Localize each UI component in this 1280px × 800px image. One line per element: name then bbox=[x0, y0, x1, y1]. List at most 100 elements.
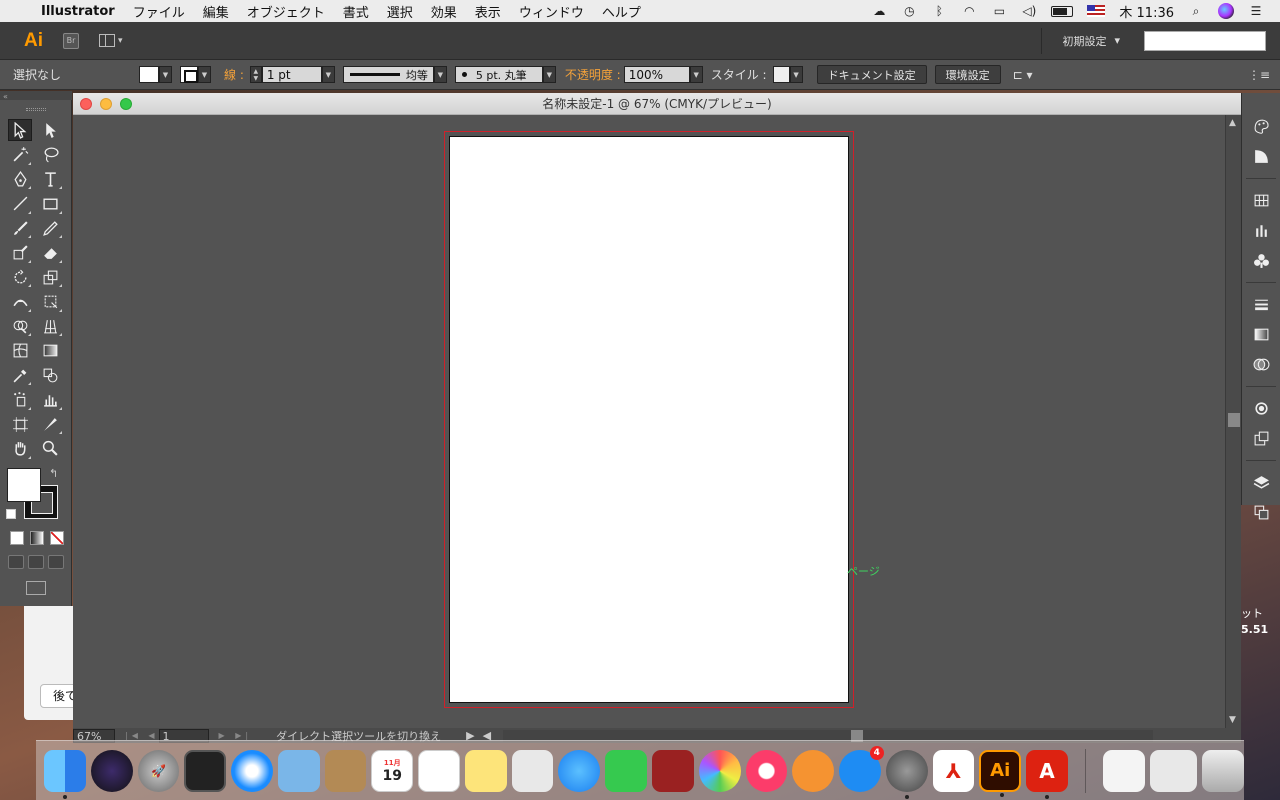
zoom-tool-icon[interactable] bbox=[39, 438, 63, 460]
color-panel-icon[interactable] bbox=[1242, 111, 1280, 141]
fill-swatch[interactable] bbox=[139, 66, 159, 83]
close-window-button[interactable] bbox=[80, 98, 92, 110]
type-tool-icon[interactable] bbox=[39, 168, 63, 190]
stroke-weight-input[interactable]: 1 pt bbox=[261, 66, 322, 83]
perspective-grid-tool-icon[interactable] bbox=[39, 315, 63, 337]
default-fill-stroke-icon[interactable] bbox=[6, 509, 16, 519]
help-search-input[interactable] bbox=[1144, 30, 1266, 51]
time-machine-icon[interactable]: ◷ bbox=[901, 4, 917, 18]
scroll-down-icon[interactable]: ▼ bbox=[1229, 715, 1236, 725]
finder-app-icon[interactable] bbox=[44, 749, 86, 799]
free-transform-tool-icon[interactable] bbox=[39, 291, 63, 313]
airplay-icon[interactable]: ▭ bbox=[991, 4, 1007, 18]
selection-tool-icon[interactable] bbox=[8, 119, 33, 142]
opacity-input[interactable]: 100% bbox=[623, 66, 690, 83]
none-mode-icon[interactable] bbox=[50, 531, 64, 545]
facetime-app-icon[interactable] bbox=[605, 749, 647, 792]
chevron-down-icon[interactable]: ▼ bbox=[433, 66, 447, 83]
menu-select[interactable]: 選択 bbox=[378, 2, 422, 21]
menu-type[interactable]: 書式 bbox=[334, 2, 378, 21]
clock[interactable]: 木 11:36 bbox=[1119, 2, 1174, 21]
system-preferences-app-icon[interactable] bbox=[885, 749, 928, 799]
app-store-app-icon[interactable]: 4 bbox=[839, 745, 884, 792]
graphic-style-swatch[interactable] bbox=[772, 66, 790, 83]
lasso-tool-icon[interactable] bbox=[39, 144, 63, 166]
pencil-tool-icon[interactable] bbox=[39, 217, 63, 239]
fill-color-box[interactable] bbox=[7, 468, 41, 502]
app-menu[interactable]: Illustrator bbox=[32, 4, 124, 19]
line-segment-tool-icon[interactable] bbox=[8, 193, 32, 215]
width-tool-icon[interactable] bbox=[8, 291, 32, 313]
minimize-window-button[interactable] bbox=[100, 98, 112, 110]
stroke-swatch[interactable] bbox=[180, 66, 198, 83]
chevron-down-icon[interactable]: ▼ bbox=[321, 66, 335, 83]
mail-app-icon[interactable] bbox=[277, 749, 320, 792]
preview-app-icon[interactable] bbox=[511, 749, 554, 792]
chevron-down-icon[interactable]: ▼ bbox=[198, 66, 211, 83]
swatches-panel-icon[interactable] bbox=[1242, 185, 1280, 215]
slice-tool-icon[interactable] bbox=[39, 413, 63, 435]
vertical-scrollbar[interactable]: ▲ ▼ bbox=[1225, 115, 1241, 728]
bridge-button[interactable]: Br bbox=[63, 32, 79, 49]
spotlight-search-icon[interactable]: ⌕ bbox=[1188, 4, 1204, 18]
stroke-color-dropdown[interactable]: ▼ bbox=[180, 66, 211, 83]
swap-fill-stroke-icon[interactable]: ↰ bbox=[49, 467, 58, 480]
document-setup-button[interactable]: ドキュメント設定 bbox=[816, 65, 927, 84]
battery-icon[interactable] bbox=[1051, 5, 1074, 17]
shape-builder-tool-icon[interactable] bbox=[8, 315, 32, 337]
workspace-switcher[interactable]: 初期設定 bbox=[1062, 33, 1106, 49]
trash-icon[interactable] bbox=[1202, 749, 1245, 792]
draw-behind-icon[interactable] bbox=[28, 555, 44, 569]
scroll-up-icon[interactable]: ▲ bbox=[1229, 118, 1236, 128]
artboard-nav-next-last-icon[interactable]: ▶ ▶| bbox=[219, 731, 253, 740]
appearance-panel-icon[interactable] bbox=[1242, 393, 1280, 423]
chevron-down-icon[interactable]: ▼ bbox=[789, 66, 803, 83]
stroke-label[interactable]: 線 : bbox=[224, 66, 244, 83]
pen-tool-icon[interactable] bbox=[8, 168, 32, 190]
siri-app-icon[interactable] bbox=[90, 749, 133, 792]
rotate-tool-icon[interactable] bbox=[8, 266, 32, 288]
hand-tool-icon[interactable] bbox=[8, 438, 32, 460]
chevron-down-icon[interactable]: ▼ bbox=[159, 66, 172, 83]
screenshot-stack-icon[interactable] bbox=[1149, 749, 1198, 792]
stroke-weight-field[interactable]: ▲ ▼ 1 pt ▼ bbox=[249, 66, 335, 83]
notification-center-icon[interactable]: ☰ bbox=[1248, 4, 1264, 18]
chevron-down-icon[interactable]: ▾ bbox=[1114, 34, 1120, 47]
preferences-button[interactable]: 環境設定 bbox=[934, 65, 1001, 84]
itunes-app-icon[interactable] bbox=[745, 749, 788, 792]
direct-selection-tool-icon[interactable] bbox=[39, 119, 63, 141]
menu-file[interactable]: ファイル bbox=[124, 2, 194, 21]
layers-panel-icon[interactable] bbox=[1242, 467, 1280, 497]
panel-menu-icon[interactable]: ⋮≡ bbox=[1248, 68, 1270, 82]
menu-effect[interactable]: 効果 bbox=[422, 2, 466, 21]
zoom-window-button[interactable] bbox=[120, 98, 132, 110]
menu-help[interactable]: ヘルプ bbox=[593, 2, 650, 21]
stroke-weight-stepper[interactable]: ▲ ▼ bbox=[249, 66, 262, 83]
photo-booth-app-icon[interactable] bbox=[184, 749, 227, 792]
paintbrush-tool-icon[interactable] bbox=[8, 217, 32, 239]
downloads-stack-icon[interactable] bbox=[1102, 749, 1145, 792]
chevron-down-icon[interactable]: ▼ bbox=[689, 66, 703, 83]
color-guide-panel-icon[interactable] bbox=[1242, 141, 1280, 171]
chevron-down-icon[interactable]: ▼ bbox=[542, 66, 556, 83]
messages-app-icon[interactable] bbox=[558, 749, 601, 792]
vertical-scroll-thumb[interactable] bbox=[1228, 413, 1240, 427]
draw-inside-icon[interactable] bbox=[48, 555, 64, 569]
magic-wand-tool-icon[interactable] bbox=[8, 144, 32, 166]
brush-definition-dropdown[interactable]: 5 pt. 丸筆 bbox=[454, 66, 543, 83]
fill-color-dropdown[interactable]: ▼ bbox=[139, 66, 172, 83]
menu-window[interactable]: ウィンドウ bbox=[510, 2, 593, 21]
gradient-panel-icon[interactable] bbox=[1242, 319, 1280, 349]
input-source-flag-icon[interactable] bbox=[1087, 5, 1106, 17]
screen-mode-icon[interactable] bbox=[25, 581, 46, 595]
shaper-tool-icon[interactable] bbox=[8, 242, 32, 264]
photo-booth-strip-app-icon[interactable] bbox=[651, 749, 694, 792]
eyedropper-tool-icon[interactable] bbox=[8, 364, 32, 386]
illustrator-app-icon[interactable]: Ai bbox=[979, 749, 1022, 797]
calendar-app-icon[interactable]: 11月 19 bbox=[371, 749, 414, 792]
rectangle-tool-icon[interactable] bbox=[39, 193, 63, 215]
eraser-tool-icon[interactable] bbox=[39, 242, 63, 264]
gradient-tool-icon[interactable] bbox=[39, 340, 63, 362]
artboard-tool-icon[interactable] bbox=[8, 413, 32, 435]
blend-tool-icon[interactable] bbox=[39, 364, 63, 386]
